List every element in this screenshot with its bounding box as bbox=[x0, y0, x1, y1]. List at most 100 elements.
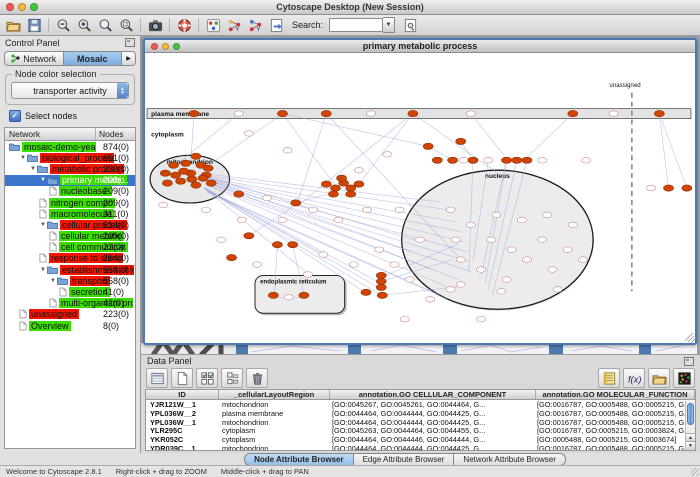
expand-arrow-icon[interactable]: ▼ bbox=[39, 222, 47, 228]
table-cell: YDR039C__1 bbox=[146, 444, 218, 451]
table-row[interactable]: YPL036W__2plasma membrane[GO:0044464, GO… bbox=[146, 409, 695, 418]
snapshot-icon[interactable] bbox=[146, 17, 164, 34]
tree-row[interactable]: ▼transport558(0) bbox=[5, 275, 135, 286]
tree-row[interactable]: mosaic-demo-yeast874(0) bbox=[5, 141, 135, 152]
tab-network-label: Network bbox=[23, 54, 56, 64]
zoom-in-icon[interactable] bbox=[75, 17, 93, 34]
save-icon[interactable] bbox=[25, 17, 43, 34]
minimize-icon[interactable] bbox=[162, 43, 169, 50]
search-go-icon[interactable] bbox=[401, 17, 419, 34]
zoom-button[interactable] bbox=[30, 3, 38, 11]
tab-mosaic[interactable]: Mosaic bbox=[63, 51, 123, 66]
float-data-panel-icon[interactable] bbox=[684, 357, 694, 366]
tree-row-label: unassigned bbox=[29, 309, 79, 319]
zoom-out-icon[interactable] bbox=[54, 17, 72, 34]
tree-row[interactable]: secretion41(0) bbox=[5, 286, 135, 297]
svg-text:Y: Y bbox=[256, 27, 260, 33]
attr-batch-icon[interactable] bbox=[598, 368, 620, 388]
search-input[interactable] bbox=[329, 18, 383, 32]
search-dropdown-arrow-icon[interactable]: ▼ bbox=[383, 17, 395, 33]
table-row[interactable]: YLR295Ccytoplasm[GO:0045263, GO:0044464,… bbox=[146, 426, 695, 435]
table-column-header[interactable]: annotation.GO MOLECULAR_FUNCTION bbox=[536, 390, 695, 399]
node-color-dropdown[interactable]: transporter activity ▲▼ bbox=[11, 82, 129, 99]
vizmapper-icon[interactable] bbox=[204, 17, 222, 34]
tree-row[interactable]: nucleobase-209(0) bbox=[5, 186, 135, 197]
expand-arrow-icon[interactable]: ▼ bbox=[49, 278, 57, 284]
control-panel-title: Control Panel bbox=[5, 38, 60, 48]
tree-row[interactable]: ▼biological_process651(0) bbox=[5, 152, 135, 163]
tree-row[interactable]: ▼establishment of lo558(0) bbox=[5, 264, 135, 275]
tree-row[interactable]: unassigned 223(0) bbox=[5, 309, 135, 320]
tree-row[interactable]: response to stimul264(0) bbox=[5, 253, 135, 264]
window-controls[interactable] bbox=[6, 3, 38, 11]
tree-row-node-count: 558(0) bbox=[103, 276, 129, 286]
control-panel: Control Panel Network Mosaic ▶ Node colo… bbox=[0, 36, 141, 453]
zoom-region-icon[interactable] bbox=[117, 17, 135, 34]
import-attrs-icon[interactable] bbox=[648, 368, 670, 388]
new-attr-icon[interactable] bbox=[171, 368, 193, 388]
table-row[interactable]: YJR121W__1mitochondrion[GO:0045267, GO:0… bbox=[146, 400, 695, 409]
create-view-icon[interactable] bbox=[267, 17, 285, 34]
expand-arrow-icon[interactable]: ▼ bbox=[19, 155, 27, 161]
tree-row[interactable]: ▼metabolic process280(0) bbox=[5, 163, 135, 174]
attr-table-icon[interactable] bbox=[146, 368, 168, 388]
tree-row[interactable]: ▼cellular process614(0) bbox=[5, 219, 135, 230]
tree-row-node-count: 264(0) bbox=[103, 253, 129, 263]
expand-arrow-icon[interactable]: ▼ bbox=[29, 166, 37, 172]
scrollbar-thumb[interactable] bbox=[687, 403, 694, 425]
scroll-down-icon[interactable]: ▼ bbox=[686, 441, 695, 450]
table-column-header[interactable]: annotation.GO CELLULAR_COMPONENT bbox=[330, 390, 536, 399]
table-column-header[interactable]: ID bbox=[146, 390, 219, 399]
search-label: Search: bbox=[292, 20, 323, 30]
tree-row[interactable]: cell communicat22(0) bbox=[5, 242, 135, 253]
tree-row[interactable]: ▼primary metabo209(... bbox=[5, 175, 135, 186]
tree-row[interactable]: nitrogen compo209(0) bbox=[5, 197, 135, 208]
layout-b-icon[interactable]: Y bbox=[246, 17, 264, 34]
network-canvas[interactable]: plasma membranecytoplasmmitochondrionnuc… bbox=[145, 53, 695, 343]
table-scrollbar[interactable]: ▲ ▼ bbox=[685, 401, 695, 450]
expand-arrow-icon[interactable]: ▼ bbox=[39, 177, 47, 183]
layout-a-icon[interactable]: Y bbox=[225, 17, 243, 34]
network-window-titlebar[interactable]: primary metabolic process bbox=[145, 40, 695, 53]
table-column-header[interactable]: _cellularLayoutRegion bbox=[219, 390, 330, 399]
zoom-fit-icon[interactable] bbox=[96, 17, 114, 34]
open-file-icon[interactable] bbox=[4, 17, 22, 34]
function-builder-icon[interactable]: f(x) bbox=[623, 368, 645, 388]
tab-network[interactable]: Network bbox=[4, 51, 63, 66]
table-cell: [GO:0044464, GO:0044446, GO:0044444, G..… bbox=[328, 435, 533, 444]
table-row[interactable]: YDR039C__1mitochondrion[GO:0044464, GO:0… bbox=[146, 444, 695, 451]
tree-row-node-count: 209(0) bbox=[103, 198, 129, 208]
select-attrs-icon[interactable] bbox=[196, 368, 218, 388]
minimize-button[interactable] bbox=[18, 3, 26, 11]
unselect-attrs-icon[interactable] bbox=[221, 368, 243, 388]
file-icon bbox=[39, 198, 47, 208]
maximize-icon[interactable] bbox=[173, 43, 180, 50]
tree-row[interactable]: cellular metabo209(0) bbox=[5, 231, 135, 242]
tree-row-node-count: 223(0) bbox=[103, 309, 129, 319]
float-panel-icon[interactable] bbox=[125, 38, 135, 47]
tree-row-node-count: 209(... bbox=[103, 175, 129, 185]
group-legend: Node color selection bbox=[12, 69, 100, 79]
attr-matrix-icon[interactable] bbox=[673, 368, 695, 388]
mdi-desktop: primary metabolic process plasma membran… bbox=[141, 36, 700, 354]
table-row[interactable]: YPL036W__1mitochondrion[GO:0044464, GO:0… bbox=[146, 418, 695, 427]
status-welcome: Welcome to Cytoscape 2.8.1 bbox=[6, 467, 102, 476]
table-row[interactable]: YKR052Ccytoplasm[GO:0044464, GO:0044446,… bbox=[146, 435, 695, 444]
tree-row[interactable]: multi-organism pro42(0) bbox=[5, 298, 135, 309]
select-nodes-checkbox[interactable]: ✓ bbox=[9, 110, 21, 122]
app-titlebar[interactable]: Cytoscape Desktop (New Session) bbox=[0, 0, 700, 15]
expand-arrow-icon[interactable]: ▼ bbox=[39, 267, 47, 273]
network-view-window[interactable]: primary metabolic process plasma membran… bbox=[143, 38, 697, 345]
tree-row-node-count: 8(0) bbox=[103, 321, 119, 331]
resize-grip[interactable] bbox=[691, 468, 699, 476]
close-icon[interactable] bbox=[151, 43, 158, 50]
tree-row[interactable]: Overview8(0) bbox=[5, 320, 135, 331]
help-icon[interactable] bbox=[175, 17, 193, 34]
network-window-controls[interactable] bbox=[151, 43, 180, 50]
delete-attr-icon[interactable] bbox=[246, 368, 268, 388]
tab-overflow-arrow[interactable]: ▶ bbox=[122, 51, 136, 66]
search-box[interactable]: ▼ bbox=[329, 17, 395, 33]
tree-row[interactable]: macromolecule311(0) bbox=[5, 208, 135, 219]
close-button[interactable] bbox=[6, 3, 14, 11]
select-nodes-row[interactable]: ✓ Select nodes bbox=[0, 107, 140, 124]
